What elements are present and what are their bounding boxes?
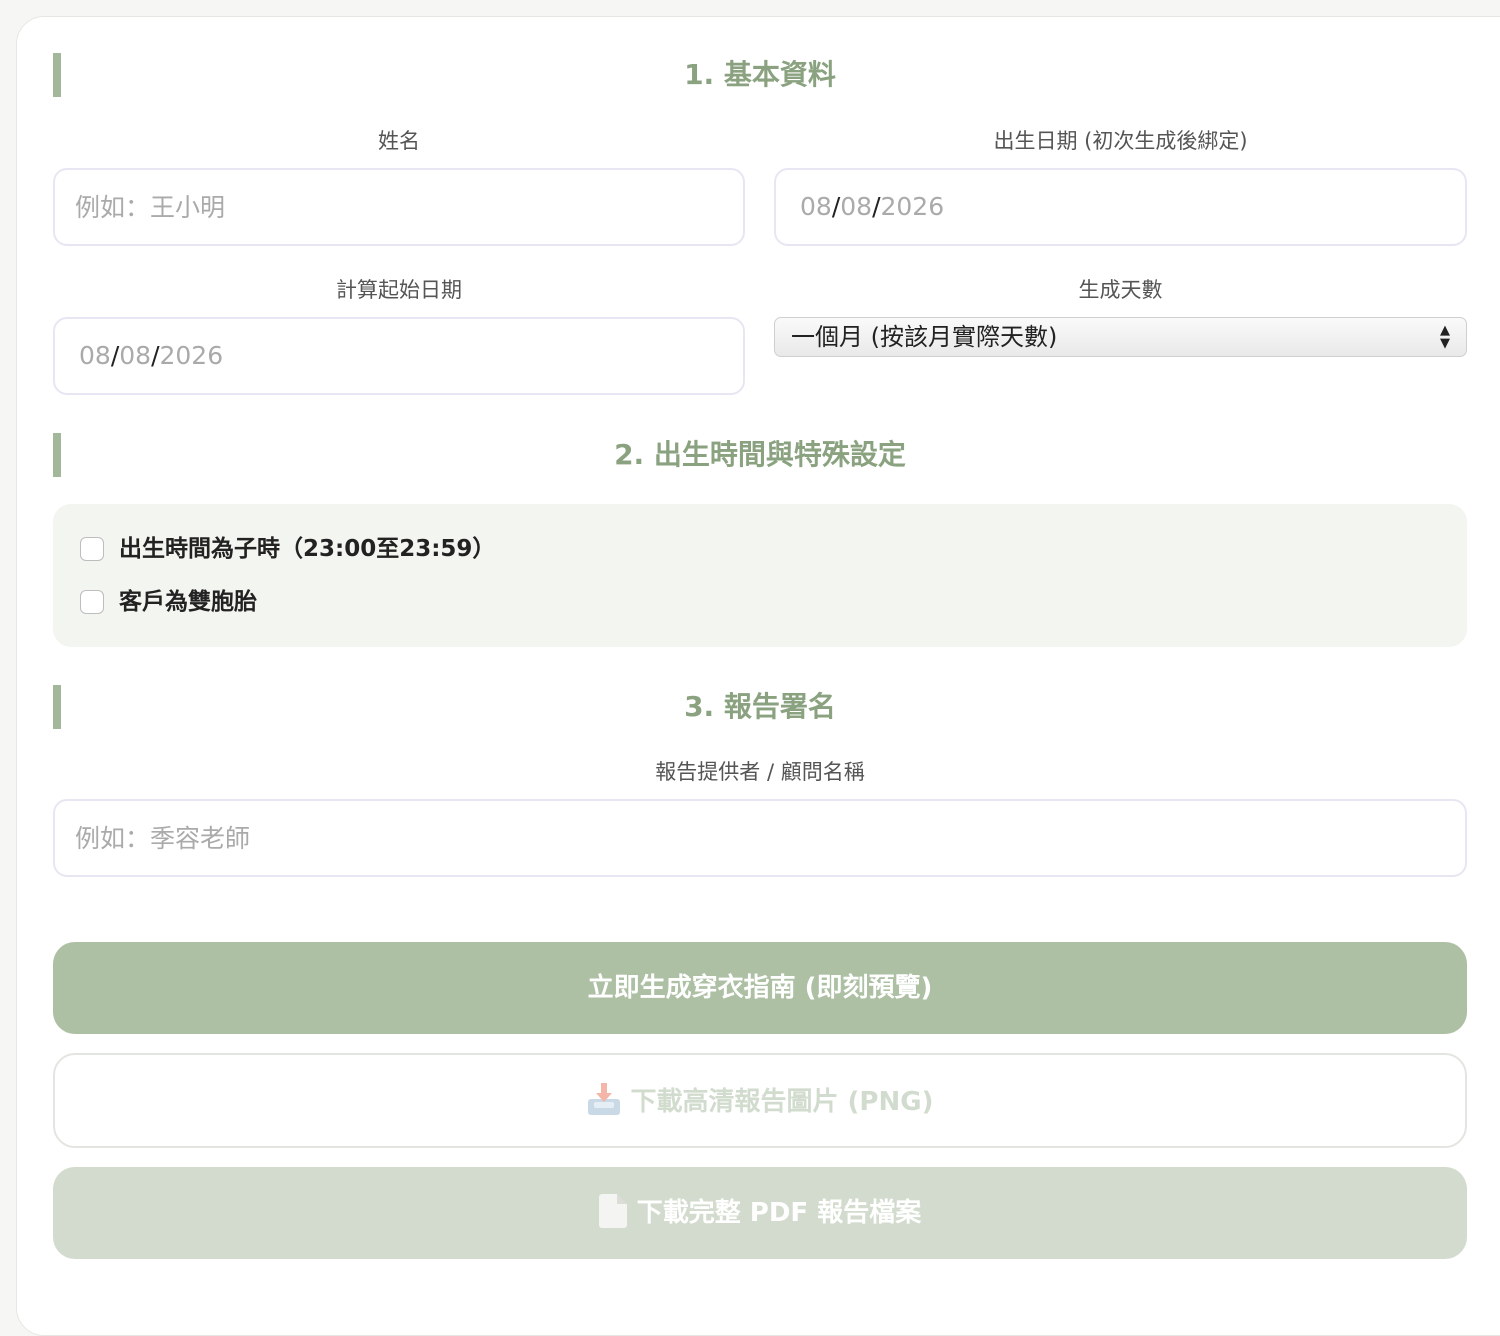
date-separator: /	[110, 341, 120, 370]
date-separator: /	[831, 192, 841, 221]
provider-label: 報告提供者 / 顧問名稱	[655, 760, 865, 784]
name-input[interactable]	[53, 168, 745, 246]
start-date-label: 計算起始日期	[336, 278, 462, 302]
twins-checkbox-label[interactable]: 客戶為雙胞胎	[119, 587, 257, 617]
section-birth-time-header: 2. 出生時間與特殊設定	[53, 433, 1467, 477]
twins-checkbox[interactable]	[80, 590, 104, 614]
start-year: 2026	[159, 341, 224, 370]
section-signature-header: 3. 報告署名	[53, 685, 1467, 729]
download-pdf-label: 下載完整 PDF 報告檔案	[636, 1198, 922, 1228]
section-title: 1. 基本資料	[684, 58, 836, 91]
special-settings-box: 出生時間為子時（23:00至23:59） 客戶為雙胞胎	[53, 504, 1467, 647]
date-separator: /	[151, 341, 160, 370]
birth-year: 2026	[880, 192, 945, 221]
page-document-icon	[598, 1193, 627, 1228]
start-day: 08	[119, 341, 152, 370]
download-pdf-button[interactable]: 下載完整 PDF 報告檔案	[53, 1167, 1467, 1259]
birth-date-label: 出生日期 (初次生成後綁定)	[993, 129, 1248, 153]
zishi-checkbox-label[interactable]: 出生時間為子時（23:00至23:59）	[119, 534, 495, 564]
download-png-button[interactable]: 下載高清報告圖片 (PNG)	[53, 1053, 1467, 1148]
section-basic-info-header: 1. 基本資料	[53, 53, 1467, 97]
days-select[interactable]: 一個月 (按該月實際天數) ▲ ▼	[774, 317, 1467, 357]
days-selected-value: 一個月 (按該月實際天數)	[791, 323, 1058, 351]
date-separator: /	[872, 192, 881, 221]
start-month: 08	[79, 341, 111, 370]
provider-input[interactable]	[53, 799, 1467, 877]
name-label: 姓名	[378, 129, 420, 153]
days-label: 生成天數	[1078, 278, 1163, 302]
start-date-input[interactable]: 08/08/2026	[53, 317, 745, 395]
birth-date-input[interactable]: 08/08/2026	[774, 168, 1467, 246]
section-title: 2. 出生時間與特殊設定	[614, 438, 906, 471]
zishi-checkbox[interactable]	[80, 537, 104, 561]
generate-guide-button[interactable]: 立即生成穿衣指南 (即刻預覽)	[53, 942, 1467, 1034]
birth-day: 08	[840, 192, 873, 221]
inbox-tray-icon	[587, 1082, 621, 1117]
generate-guide-label: 立即生成穿衣指南 (即刻預覽)	[587, 973, 933, 1003]
select-arrows-icon: ▲ ▼	[1440, 323, 1450, 351]
download-png-label: 下載高清報告圖片 (PNG)	[630, 1087, 934, 1117]
birth-month: 08	[800, 192, 832, 221]
section-title: 3. 報告署名	[684, 690, 836, 723]
